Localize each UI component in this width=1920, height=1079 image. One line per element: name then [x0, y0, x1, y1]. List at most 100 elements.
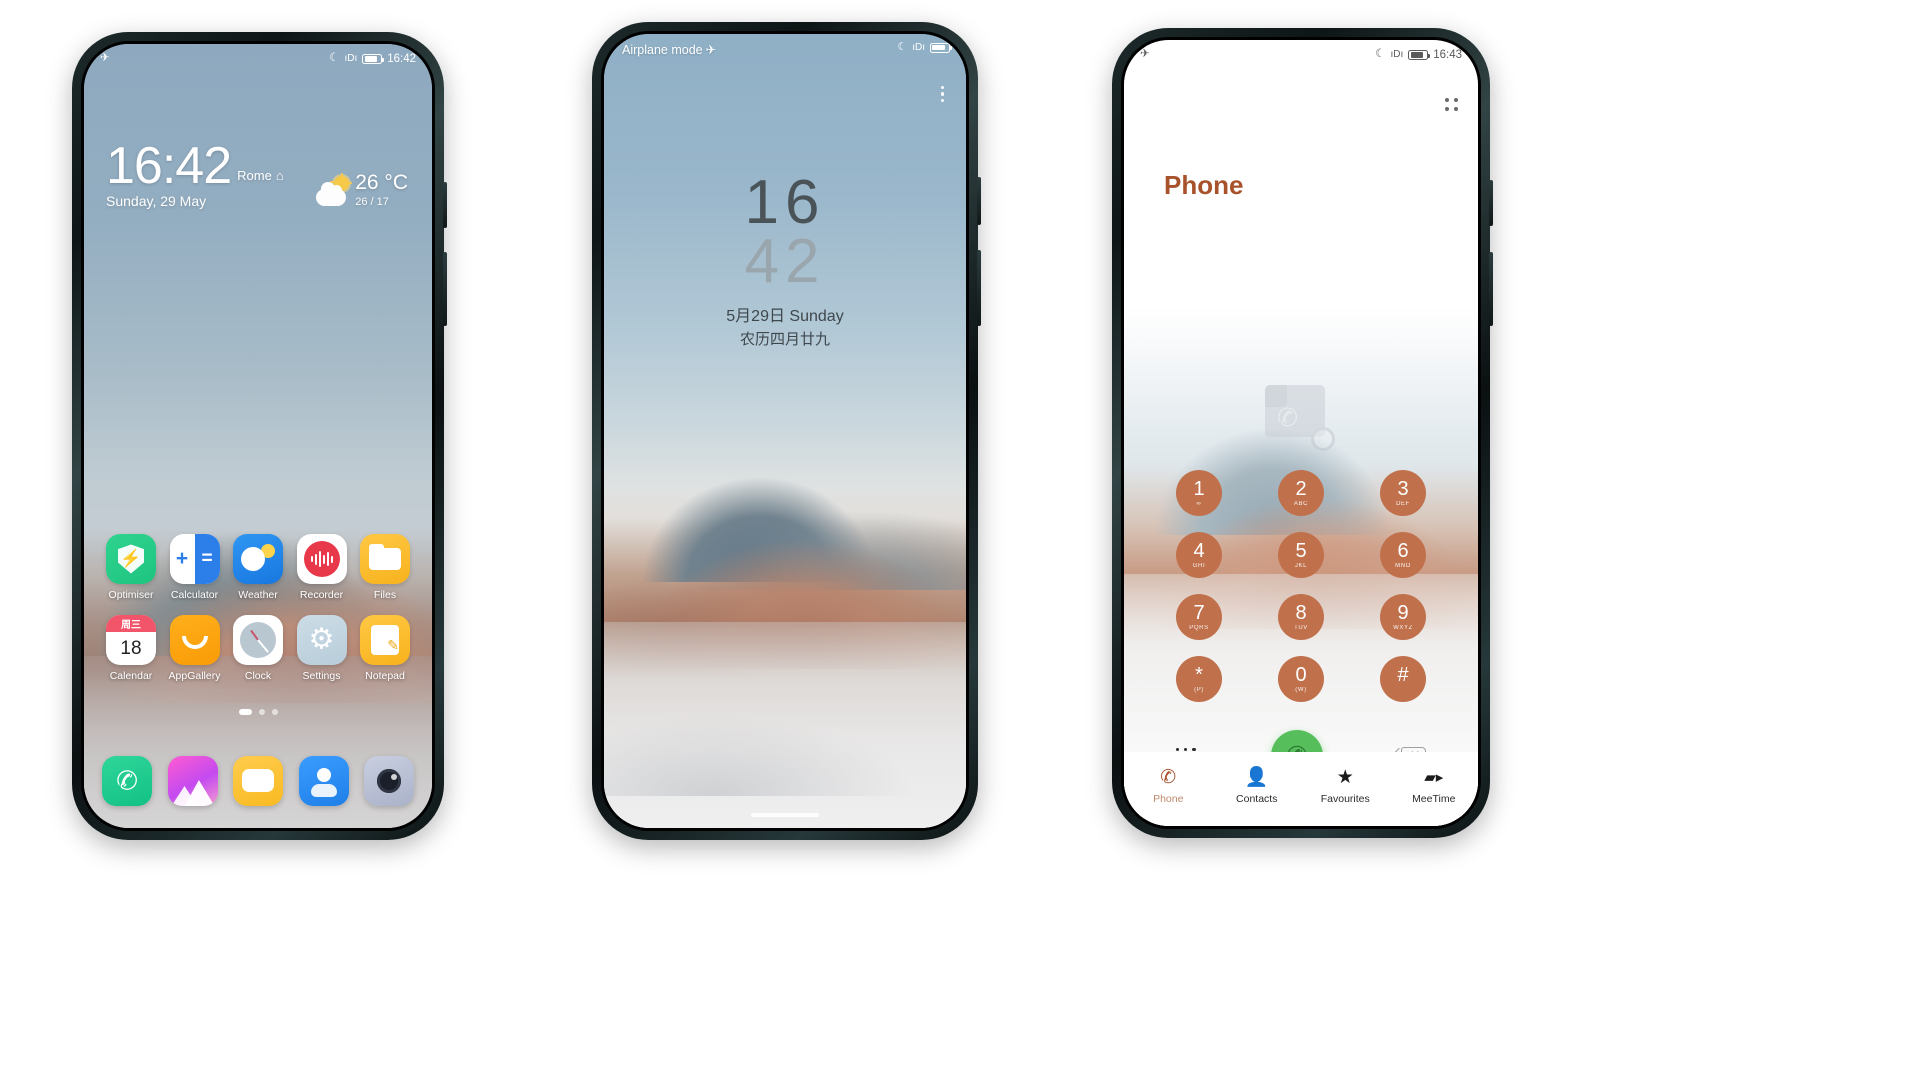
dial-pad: 1 ∞ 2 ABC 3 DEF 4 GHI 5 JKL 6 MNO 7 PQRS 8 TUV 9…: [1124, 470, 1478, 718]
bottom-navigation: ✆ Phone 👤 Contacts ★ Favourites ▰▸ MeeTi…: [1124, 752, 1478, 826]
phone-device-lock: Airplane mode ✈ ☾ ıDı 16 42 5月29日 Sunday…: [592, 22, 981, 840]
optimiser-icon: ⚡: [106, 534, 156, 584]
dial-row-1: 1 ∞ 2 ABC 3 DEF: [1176, 470, 1426, 516]
home-clock-date: Sunday, 29 May: [106, 193, 207, 210]
screenshot-canvas: ✈ ☾ ıDı 16:42 16:42 Rome ⌂ Sunday, 29 Ma…: [0, 0, 1920, 1079]
nav-tab-meetime[interactable]: ▰▸ MeeTime: [1397, 767, 1471, 805]
airplane-icon: ✈: [1140, 48, 1150, 61]
wallpaper-dunes: [604, 34, 966, 828]
app-weather[interactable]: Weather: [229, 534, 287, 601]
lock-screen: Airplane mode ✈ ☾ ıDı 16 42 5月29日 Sunday…: [604, 34, 966, 828]
phone-bezel: ✈ ☾ ıDı 16:43 Phone ✆ 1 ∞ 2 ABC 3 DEF 4 …: [1121, 37, 1481, 829]
calendar-weekday: 周三: [106, 615, 156, 632]
vibrate-icon: ıDı: [912, 41, 925, 53]
home-screen: ✈ ☾ ıDı 16:42 16:42 Rome ⌂ Sunday, 29 Ma…: [84, 44, 432, 828]
lock-clock-hours: 16: [744, 168, 826, 237]
dock-gallery-app[interactable]: [167, 756, 218, 806]
app-calculator[interactable]: + = Calculator: [166, 534, 224, 601]
recorder-icon: [296, 534, 347, 584]
page-indicator[interactable]: [84, 709, 432, 715]
dial-key-9[interactable]: 9 WXYZ: [1380, 594, 1426, 640]
dial-key-star[interactable]: * (P): [1176, 656, 1222, 702]
app-appgallery[interactable]: AppGallery: [166, 615, 224, 682]
weather-widget[interactable]: 26 °C 26 / 17: [316, 172, 408, 208]
nav-tab-favourites[interactable]: ★ Favourites: [1308, 767, 1382, 805]
dock-camera-app[interactable]: [364, 756, 414, 806]
app-optimiser[interactable]: ⚡ Optimiser: [102, 534, 160, 601]
status-bar: ☾ ıDı: [897, 41, 952, 53]
video-camera-icon: ▰▸: [1424, 769, 1444, 786]
phone-device-dialer: ✈ ☾ ıDı 16:43 Phone ✆ 1 ∞ 2 ABC 3 DEF 4 …: [1112, 28, 1493, 838]
app-files[interactable]: Files: [356, 534, 414, 601]
app-grid-icon[interactable]: [1444, 98, 1458, 112]
star-icon: ★: [1336, 767, 1354, 788]
app-label: Files: [373, 589, 397, 601]
dock-messages-app[interactable]: [233, 756, 283, 806]
home-clock-widget[interactable]: 16:42 Rome ⌂ Sunday, 29 May: [106, 140, 284, 210]
dial-key-3[interactable]: 3 DEF: [1380, 470, 1426, 516]
dial-row-2: 4 GHI 5 JKL 6 MNO: [1176, 532, 1426, 578]
app-recorder[interactable]: Recorder: [293, 534, 351, 601]
airplane-icon: ✈: [100, 52, 110, 65]
status-bar: ✈ ☾ ıDı 16:43: [1124, 40, 1478, 70]
nav-tab-phone[interactable]: ✆ Phone: [1131, 767, 1205, 805]
nav-label: MeeTime: [1412, 793, 1456, 805]
volume-button[interactable]: [1489, 252, 1493, 326]
app-notepad[interactable]: ✎ Notepad: [356, 615, 414, 682]
nav-label: Favourites: [1320, 793, 1370, 805]
dial-key-5[interactable]: 5 JKL: [1278, 532, 1324, 578]
dial-key-2[interactable]: 2 ABC: [1278, 470, 1324, 516]
dial-key-hash[interactable]: #: [1380, 656, 1426, 702]
dial-key-0[interactable]: 0 (W): [1278, 656, 1324, 702]
phone-handset-icon: ✆: [1160, 767, 1177, 788]
home-clock-city: Rome: [237, 168, 272, 184]
volume-button[interactable]: [443, 252, 447, 326]
airplane-mode-indicator: Airplane mode ✈: [622, 42, 717, 58]
app-clock[interactable]: Clock: [229, 615, 287, 682]
app-settings[interactable]: ⚙ Settings: [293, 615, 351, 682]
dock-contacts-app[interactable]: [298, 756, 349, 806]
dial-key-6[interactable]: 6 MNO: [1380, 532, 1426, 578]
battery-icon: [930, 42, 952, 53]
status-time: 16:42: [387, 53, 416, 65]
app-label: Settings: [302, 670, 341, 682]
dial-key-7[interactable]: 7 PQRS: [1176, 594, 1222, 640]
dialer-screen: ✈ ☾ ıDı 16:43 Phone ✆ 1 ∞ 2 ABC 3 DEF 4 …: [1124, 40, 1478, 826]
app-label: Weather: [238, 589, 278, 601]
appgallery-icon: [169, 615, 220, 665]
dock-phone-app[interactable]: ✆: [102, 756, 152, 806]
app-label: Optimiser: [108, 589, 154, 601]
app-label: Calculator: [170, 589, 219, 601]
notepad-icon: ✎: [360, 615, 410, 665]
app-calendar[interactable]: 周三 18 Calendar: [102, 615, 160, 682]
dial-row-3: 7 PQRS 8 TUV 9 WXYZ: [1176, 594, 1426, 640]
clock-icon: [233, 615, 283, 665]
home-indicator[interactable]: [751, 813, 819, 817]
kebab-menu-icon[interactable]: [940, 86, 944, 103]
home-icon: ⌂: [275, 168, 284, 184]
airplane-icon: ✈: [705, 43, 717, 57]
dial-key-4[interactable]: 4 GHI: [1176, 532, 1222, 578]
app-label: AppGallery: [168, 670, 221, 682]
nav-tab-contacts[interactable]: 👤 Contacts: [1220, 767, 1294, 805]
app-row-2: 周三 18 Calendar AppGallery Clock ⚙ Settin…: [84, 615, 432, 682]
app-label: Recorder: [299, 589, 344, 601]
dial-key-1[interactable]: 1 ∞: [1176, 470, 1222, 516]
app-label: Clock: [244, 670, 272, 682]
power-button[interactable]: [977, 177, 981, 225]
lock-clock-minutes: 42: [744, 227, 826, 297]
settings-icon: ⚙: [296, 615, 347, 665]
nav-label: Phone: [1153, 793, 1184, 805]
dial-row-4: * (P) 0 (W) #: [1176, 656, 1426, 702]
dock: ✆: [84, 756, 432, 806]
volume-button[interactable]: [977, 250, 981, 326]
do-not-disturb-icon: ☾: [1375, 48, 1386, 61]
power-button[interactable]: [1489, 180, 1493, 226]
page-title: Phone: [1164, 170, 1244, 200]
weather-icon: [233, 534, 283, 584]
phone-bezel: ✈ ☾ ıDı 16:42 16:42 Rome ⌂ Sunday, 29 Ma…: [81, 41, 435, 831]
dial-key-8[interactable]: 8 TUV: [1278, 594, 1324, 640]
do-not-disturb-icon: ☾: [897, 41, 908, 53]
power-button[interactable]: [443, 182, 447, 228]
app-row-1: ⚡ Optimiser + = Calculator Weather Recor…: [84, 534, 432, 601]
